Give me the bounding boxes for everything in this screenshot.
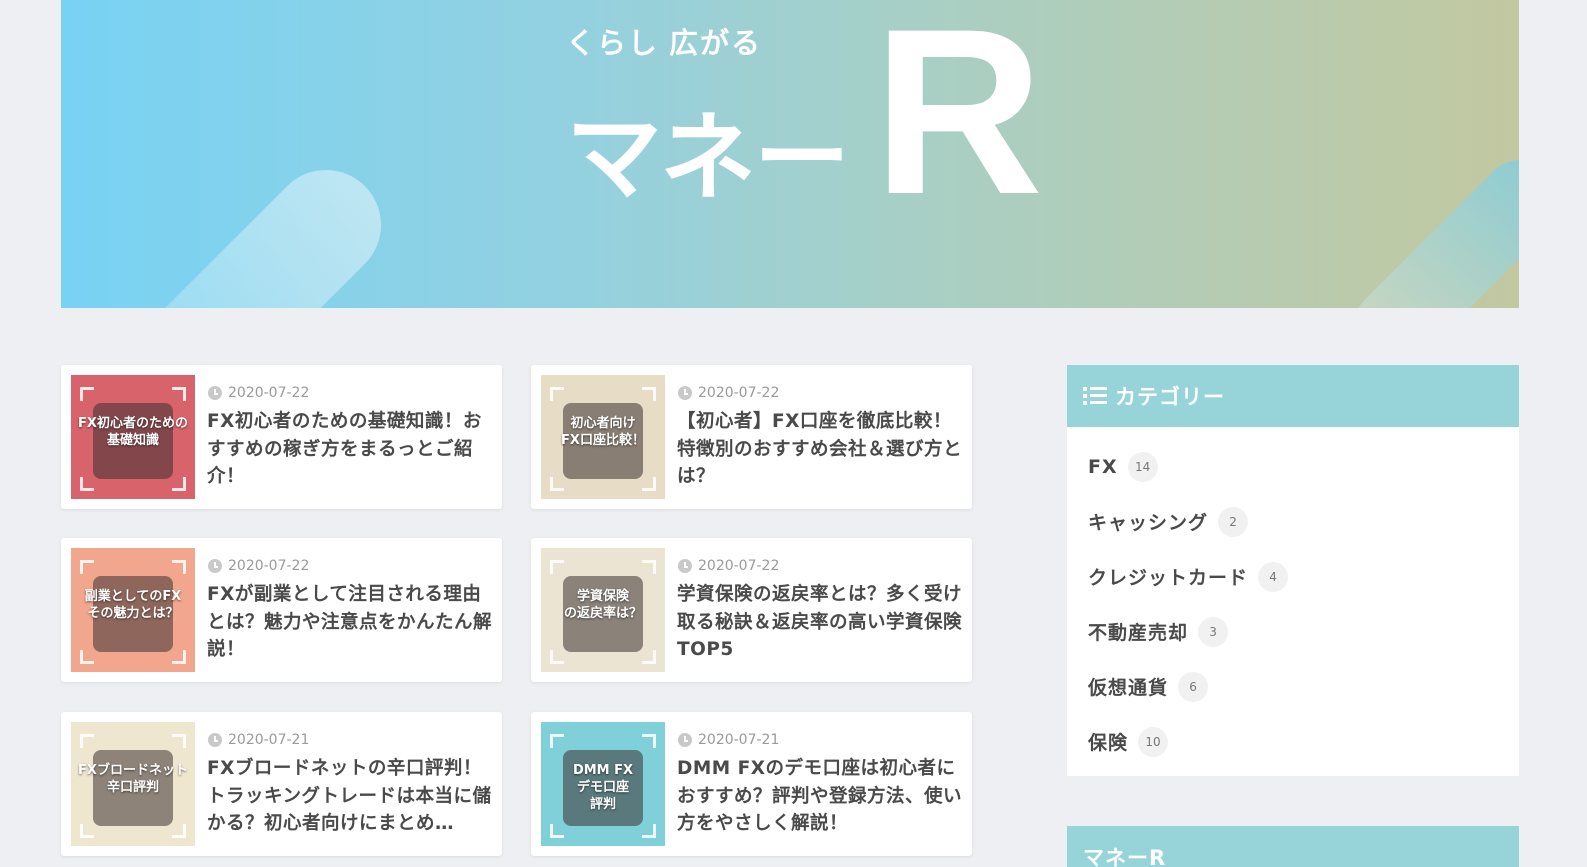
post-date: 2020-07-21 — [698, 732, 780, 748]
category-label: 保険 — [1088, 732, 1129, 754]
category-count-badge: 2 — [1218, 506, 1249, 537]
thumbnail-frame — [550, 477, 564, 491]
category-label: キャッシング — [1088, 512, 1209, 534]
category-label: クレジットカード — [1088, 567, 1249, 589]
post-date: 2020-07-22 — [698, 385, 780, 401]
post-date: 2020-07-22 — [228, 558, 310, 574]
thumbnail-caption: 初心者向け FX口座比較！ — [561, 416, 645, 448]
thumbnail-frame — [80, 734, 94, 748]
post-meta: 2020-07-22 — [208, 558, 309, 574]
post-date: 2020-07-22 — [228, 385, 310, 401]
clock-icon — [208, 386, 222, 400]
category-item[interactable]: クレジットカード 4 — [1067, 549, 1519, 604]
category-widget: カテゴリー FX 14 キャッシング 2 クレジットカード 4 不動産売却 3 … — [1067, 365, 1519, 776]
second-widget-heading: マネーR — [1067, 826, 1519, 867]
thumbnail-frame — [172, 734, 186, 748]
category-count-badge: 10 — [1138, 726, 1169, 757]
category-count-badge: 4 — [1258, 561, 1289, 592]
clock-icon — [678, 559, 692, 573]
thumbnail-frame — [80, 650, 94, 664]
list-icon — [1083, 386, 1107, 406]
category-count-badge: 14 — [1127, 451, 1158, 482]
banner-decoration — [1337, 143, 1519, 308]
category-label: FX — [1088, 455, 1118, 478]
category-widget-heading: カテゴリー — [1067, 365, 1519, 427]
post-thumbnail[interactable]: FXブロードネット 辛口評判 — [71, 722, 195, 846]
post-card[interactable]: 学資保険 の返戻率は？ 2020-07-22 学資保険の返戻率とは？多く受け取る… — [531, 538, 972, 682]
clock-icon — [208, 733, 222, 747]
thumbnail-frame — [642, 824, 656, 838]
thumbnail-frame — [172, 650, 186, 664]
thumbnail-caption: FX初心者のための 基礎知識 — [78, 416, 188, 448]
post-meta: 2020-07-21 — [678, 732, 779, 748]
thumbnail-frame — [642, 560, 656, 574]
thumbnail-frame — [172, 477, 186, 491]
thumbnail-frame — [80, 477, 94, 491]
thumbnail-frame — [642, 650, 656, 664]
post-card[interactable]: DMM FX デモ口座 評判 2020-07-21 DMM FXのデモ口座は初心… — [531, 712, 972, 856]
post-title[interactable]: FXブロードネットの辛口評判！トラッキングトレードは本当に儲かる？初心者向けにま… — [207, 755, 495, 839]
category-item[interactable]: FX 14 — [1067, 439, 1519, 494]
category-item[interactable]: 仮想通貨 6 — [1067, 659, 1519, 714]
thumbnail-caption: 副業としてのFX その魅力とは？ — [84, 589, 182, 621]
post-thumbnail[interactable]: 副業としてのFX その魅力とは？ — [71, 548, 195, 672]
thumbnail-frame — [642, 387, 656, 401]
post-date: 2020-07-22 — [698, 558, 780, 574]
clock-icon — [678, 386, 692, 400]
post-thumbnail[interactable]: DMM FX デモ口座 評判 — [541, 722, 665, 846]
thumbnail-frame — [550, 560, 564, 574]
banner-decoration — [92, 147, 404, 308]
category-list: FX 14 キャッシング 2 クレジットカード 4 不動産売却 3 仮想通貨 6… — [1067, 427, 1519, 769]
post-meta: 2020-07-22 — [208, 385, 309, 401]
site-logo-r[interactable]: R — [873, 0, 1043, 230]
category-label: 不動産売却 — [1088, 622, 1189, 644]
post-meta: 2020-07-22 — [678, 385, 779, 401]
thumbnail-frame — [642, 734, 656, 748]
post-title[interactable]: 学資保険の返戻率とは？多く受け取る秘訣＆返戻率の高い学資保険TOP5 — [677, 581, 965, 665]
header-banner[interactable]: くらし 広がる マネー R — [61, 0, 1519, 308]
category-item[interactable]: キャッシング 2 — [1067, 494, 1519, 549]
category-item[interactable]: 不動産売却 3 — [1067, 604, 1519, 659]
post-card[interactable]: FXブロードネット 辛口評判 2020-07-21 FXブロードネットの辛口評判… — [61, 712, 502, 856]
thumbnail-frame — [172, 824, 186, 838]
post-thumbnail[interactable]: FX初心者のための 基礎知識 — [71, 375, 195, 499]
post-title[interactable]: FX初心者のための基礎知識！おすすめの稼ぎ方をまるっとご紹介！ — [207, 408, 495, 492]
thumbnail-caption: FXブロードネット 辛口評判 — [78, 763, 188, 795]
thumbnail-frame — [550, 650, 564, 664]
thumbnail-frame — [80, 560, 94, 574]
post-meta: 2020-07-21 — [208, 732, 309, 748]
category-label: 仮想通貨 — [1088, 677, 1169, 699]
thumbnail-caption: DMM FX デモ口座 評判 — [572, 763, 634, 812]
category-item[interactable]: 保険 10 — [1067, 714, 1519, 769]
post-card[interactable]: 副業としてのFX その魅力とは？ 2020-07-22 FXが副業として注目され… — [61, 538, 502, 682]
thumbnail-frame — [642, 477, 656, 491]
post-thumbnail[interactable]: 学資保険 の返戻率は？ — [541, 548, 665, 672]
thumbnail-frame — [172, 560, 186, 574]
category-count-badge: 6 — [1178, 671, 1209, 702]
thumbnail-frame — [550, 734, 564, 748]
post-title[interactable]: FXが副業として注目される理由とは？魅力や注意点をかんたん解説！ — [207, 581, 495, 665]
clock-icon — [678, 733, 692, 747]
post-card[interactable]: FX初心者のための 基礎知識 2020-07-22 FX初心者のための基礎知識！… — [61, 365, 502, 509]
thumbnail-frame — [80, 824, 94, 838]
thumbnail-frame — [550, 387, 564, 401]
post-date: 2020-07-21 — [228, 732, 310, 748]
clock-icon — [208, 559, 222, 573]
post-meta: 2020-07-22 — [678, 558, 779, 574]
site-logo[interactable]: マネー — [566, 80, 850, 219]
category-heading-label: カテゴリー — [1115, 385, 1225, 409]
site-tagline: くらし 広がる — [566, 28, 763, 60]
post-thumbnail[interactable]: 初心者向け FX口座比較！ — [541, 375, 665, 499]
category-count-badge: 3 — [1198, 616, 1229, 647]
post-card[interactable]: 初心者向け FX口座比較！ 2020-07-22 【初心者】FX口座を徹底比較！… — [531, 365, 972, 509]
thumbnail-frame — [80, 387, 94, 401]
post-title[interactable]: DMM FXのデモ口座は初心者におすすめ？評判や登録方法、使い方をやさしく解説！ — [677, 755, 965, 839]
thumbnail-frame — [172, 387, 186, 401]
post-title[interactable]: 【初心者】FX口座を徹底比較！特徴別のおすすめ会社＆選び方とは？ — [677, 408, 965, 492]
thumbnail-frame — [550, 824, 564, 838]
thumbnail-caption: 学資保険 の返戻率は？ — [563, 589, 642, 621]
